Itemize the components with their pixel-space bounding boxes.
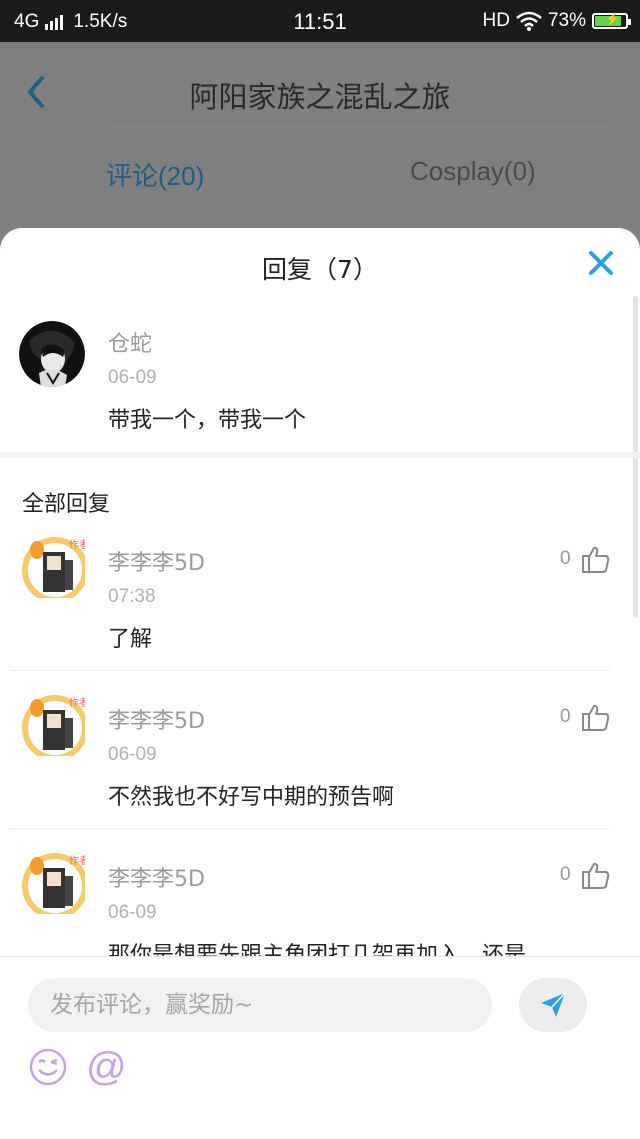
reply-content: 不然我也不好写中期的预告啊 bbox=[108, 785, 395, 810]
thumbs-up-icon bbox=[581, 704, 609, 731]
like-button[interactable]: 0 bbox=[560, 702, 611, 732]
page-title: 阿阳家族之混乱之旅 bbox=[189, 80, 451, 114]
close-icon[interactable] bbox=[586, 248, 616, 278]
reply-username[interactable]: 李李李5D bbox=[108, 545, 205, 577]
wifi-icon bbox=[516, 11, 542, 31]
svg-text:作者: 作者 bbox=[69, 697, 85, 709]
thumbs-up-icon bbox=[581, 546, 609, 573]
reply-date: 07:38 bbox=[108, 586, 156, 607]
reply-date: 06-09 bbox=[108, 902, 157, 923]
send-button[interactable] bbox=[519, 978, 587, 1032]
emoji-icon[interactable] bbox=[28, 1047, 68, 1087]
avatar[interactable]: 作者 bbox=[19, 848, 85, 914]
reply-username[interactable]: 李李李5D bbox=[108, 703, 205, 735]
comment-date: 06-09 bbox=[108, 367, 157, 388]
like-button[interactable]: 0 bbox=[560, 860, 611, 890]
tab-cosplay[interactable]: Cosplay(0) bbox=[410, 156, 536, 187]
like-button[interactable]: 0 bbox=[560, 544, 611, 574]
like-count: 0 bbox=[560, 864, 571, 885]
divider bbox=[110, 126, 610, 127]
status-right: HD 73% ⚡ bbox=[482, 10, 631, 32]
comment-content: 带我一个，带我一个 bbox=[108, 408, 307, 433]
avatar[interactable]: 作者 bbox=[19, 690, 85, 756]
section-title: 全部回复 bbox=[22, 492, 111, 517]
page-header: 阿阳家族之混乱之旅 评论(20) Cosplay(0) bbox=[0, 42, 640, 242]
battery-percent: 73% bbox=[547, 10, 586, 31]
mention-button[interactable]: @ bbox=[86, 1045, 127, 1089]
thumbs-up-icon bbox=[581, 862, 609, 889]
reply-content: 了解 bbox=[108, 627, 153, 652]
svg-text:作者: 作者 bbox=[69, 855, 85, 867]
divider bbox=[10, 828, 610, 829]
svg-text:作者: 作者 bbox=[69, 539, 85, 551]
comment-username[interactable]: 仓蛇 bbox=[108, 326, 152, 358]
battery-icon: ⚡ bbox=[592, 12, 631, 29]
reply-date: 06-09 bbox=[108, 744, 157, 765]
sheet-title: 回复（7） bbox=[262, 255, 378, 284]
hd-label: HD bbox=[482, 10, 510, 31]
send-icon bbox=[541, 992, 566, 1017]
divider bbox=[10, 670, 610, 671]
reply-username[interactable]: 李李李5D bbox=[108, 861, 205, 893]
avatar[interactable] bbox=[19, 321, 85, 387]
avatar[interactable]: 作者 bbox=[19, 532, 85, 598]
tab-comments[interactable]: 评论(20) bbox=[106, 156, 204, 193]
like-count: 0 bbox=[560, 548, 571, 569]
status-bar: 4G 1.5K/s 11:51 HD 73% ⚡ bbox=[0, 0, 640, 42]
comment-input[interactable] bbox=[28, 978, 492, 1032]
section-divider bbox=[0, 452, 640, 458]
like-count: 0 bbox=[560, 706, 571, 727]
comment-composer: @ bbox=[0, 956, 640, 1139]
